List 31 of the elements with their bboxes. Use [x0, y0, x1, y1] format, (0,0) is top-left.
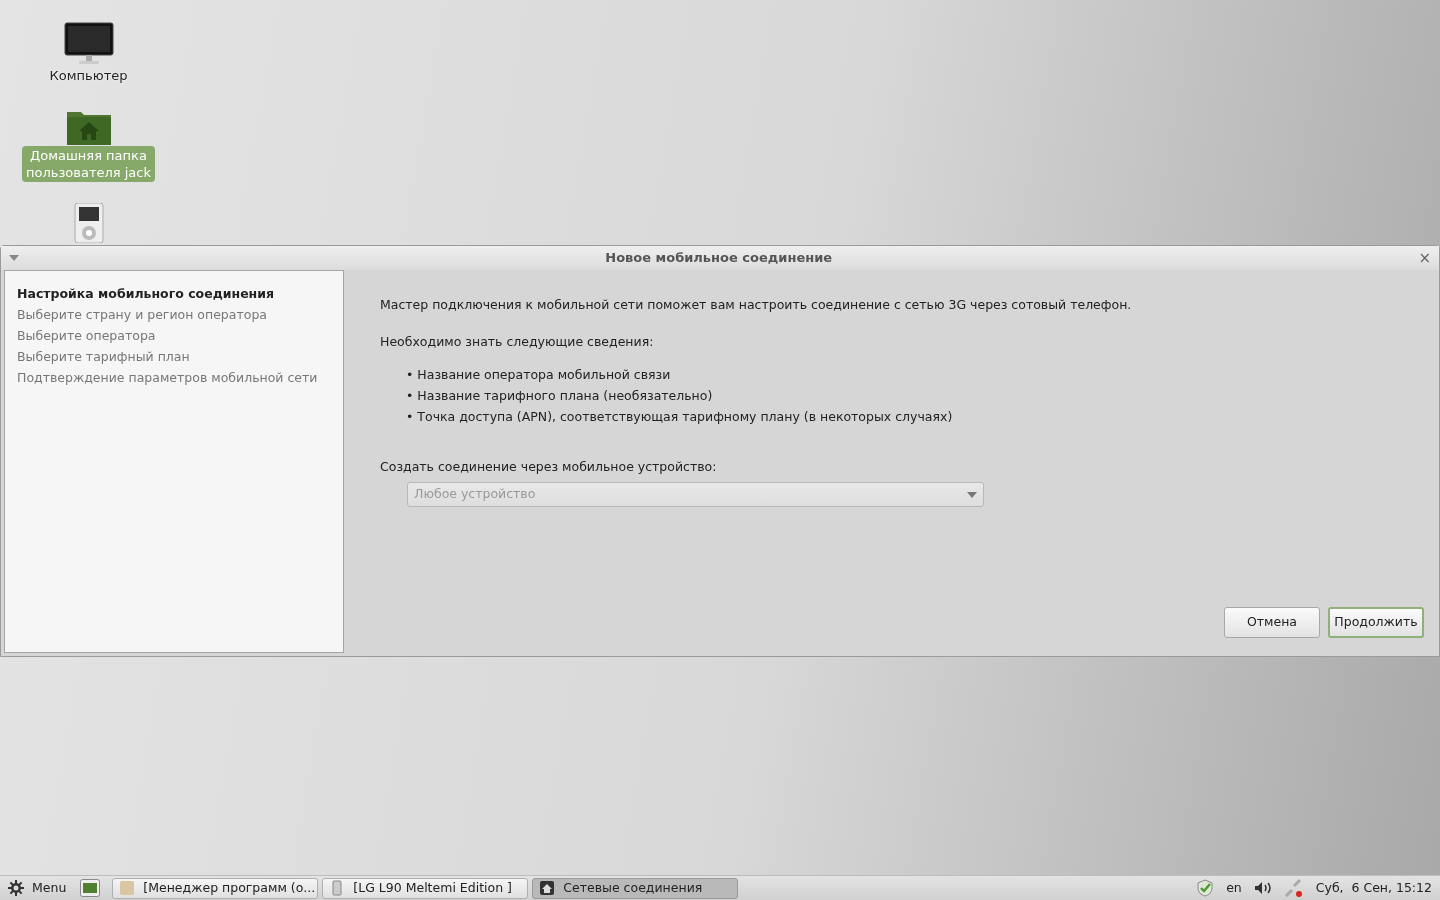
device-label: Создать соединение через мобильное устройство: — [380, 457, 718, 476]
continue-button[interactable]: Продолжить — [1328, 607, 1424, 638]
clock[interactable]: Суб, 6 Сен, 15:12 — [1307, 878, 1436, 898]
bullet-item: • Название оператора мобильной связи — [405, 365, 672, 384]
intro-text: Мастер подключения к мобильной сети поможет вам настроить соединение с сетью 3G через сотовый телефон. — [380, 296, 1133, 314]
bullet-item: • Название тарифного плана (необязательно) — [405, 386, 714, 405]
taskbar-button[interactable]: Сетевые соединения — [532, 877, 739, 899]
caret-icon — [967, 491, 977, 498]
show-desktop-icon[interactable] — [80, 879, 101, 897]
window-menu-icon[interactable] — [9, 255, 19, 261]
step-item: Выберите оператора — [17, 327, 157, 345]
step-item: Подтверждение параметров мобильной сети — [17, 369, 319, 387]
requirements-heading: Необходимо знать следующие сведения: — [380, 332, 655, 351]
shield-check-icon[interactable] — [1196, 879, 1215, 897]
cancel-button[interactable]: Отмена — [1224, 607, 1320, 638]
gear-icon — [8, 880, 24, 896]
desktop-icon-label[interactable]: Компьютер — [45, 66, 132, 85]
monitor-icon[interactable] — [63, 22, 114, 66]
taskbar-button[interactable]: [Менеджер программ (о... — [112, 877, 319, 899]
step-item: Выберите тарифный план — [17, 348, 191, 366]
media-player-icon[interactable] — [73, 203, 104, 243]
window-title: Новое мобильное соединение — [605, 249, 833, 268]
bullet-item: • Точка доступа (APN), соответствующая тарифному плану (в некоторых случаях) — [405, 407, 954, 426]
keyboard-layout-indicator[interactable]: en — [1218, 878, 1250, 898]
volume-icon[interactable] — [1253, 881, 1272, 895]
taskbar-button[interactable]: [LG L90 Meltemi Edition ] — [322, 877, 529, 899]
close-button[interactable]: × — [1418, 246, 1431, 270]
step-item: Настройка мобильного соединения — [17, 285, 276, 303]
step-item: Выберите страну и регион оператора — [17, 306, 268, 324]
menu-button[interactable]: Menu — [4, 878, 71, 898]
network-disconnected-icon[interactable] — [1283, 878, 1304, 898]
